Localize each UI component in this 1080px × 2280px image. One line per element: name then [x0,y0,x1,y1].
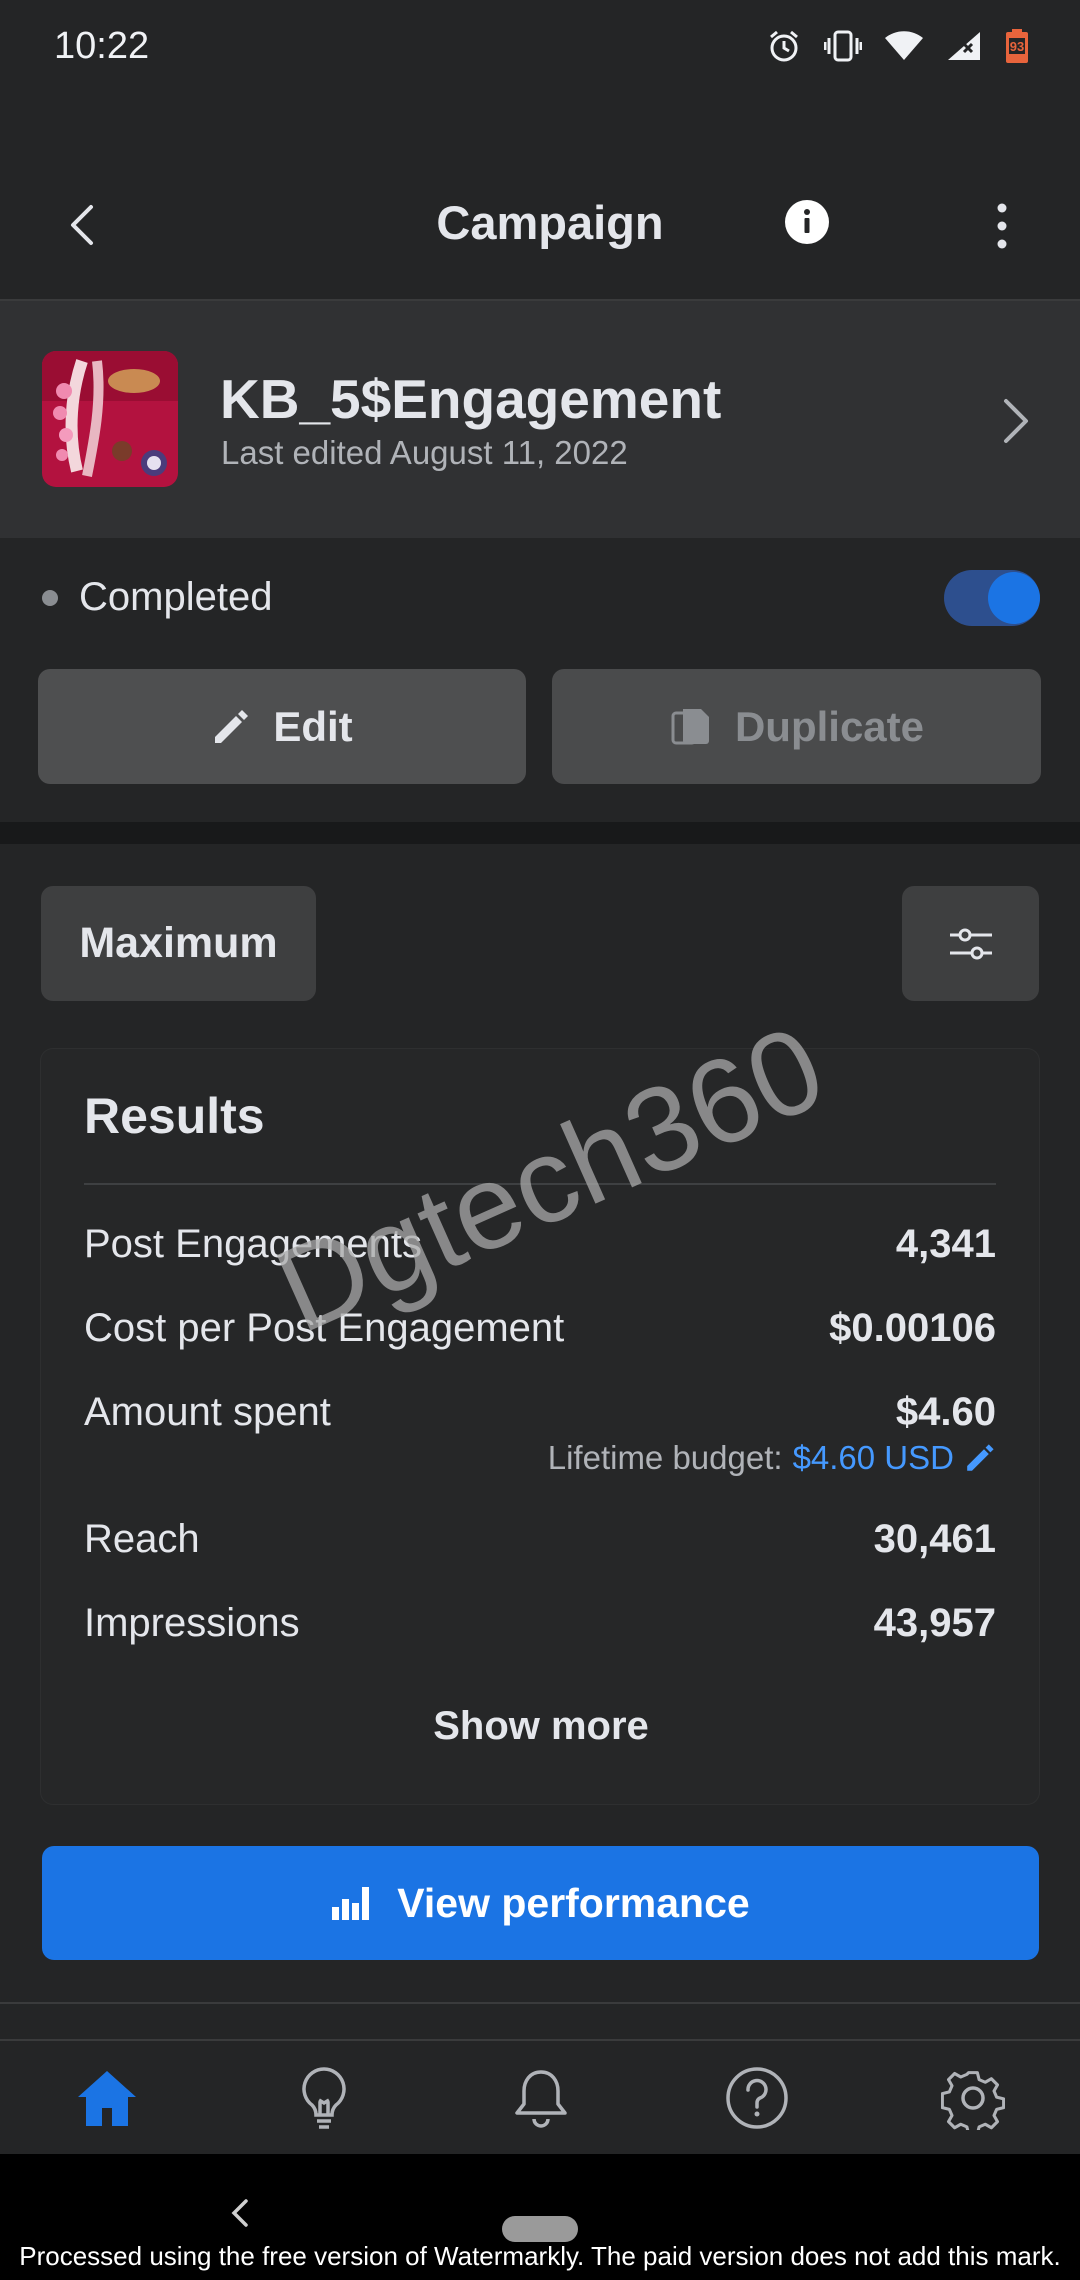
nav-notifications[interactable] [506,2063,576,2133]
metric-value: $0.00106 [829,1306,996,1350]
chevron-right-icon [996,393,1036,449]
budget-label: Lifetime budget: [547,1439,783,1476]
pencil-icon [215,709,249,743]
status-time: 10:22 [54,24,150,67]
metric-row-amount-spent: Amount spent $4.60 [84,1390,996,1435]
section-gap [0,822,1080,844]
battery-icon: 93 [1006,29,1028,63]
info-button[interactable] [784,199,830,245]
edit-label: Edit [273,702,353,750]
duplicate-label: Duplicate [734,702,925,750]
metric-row-post-engagements: Post Engagements 4,341 [84,1222,996,1267]
campaign-toggle[interactable] [944,570,1040,626]
metric-value: 43,957 [873,1601,996,1645]
nav-help[interactable] [722,2063,792,2133]
metric-label: Impressions [84,1601,300,1645]
vibrate-icon [824,30,862,62]
more-options-button[interactable] [980,199,1024,253]
signal-icon [948,32,980,60]
status-icons: 93 [766,28,1030,64]
nav-home[interactable] [72,2063,142,2133]
system-back-button[interactable] [228,2198,254,2228]
screen: 10:22 93 Campaign KB_5$Engagement Last e… [0,0,1080,2280]
alarm-icon [770,30,798,62]
bottom-nav [0,2039,1080,2154]
bar-chart-icon [332,1887,370,1920]
status-dot [42,590,58,606]
campaign-name: KB_5$Engagement [220,368,722,430]
status-label: Completed [79,575,273,619]
metric-label: Amount spent [84,1390,331,1434]
metric-label: Post Engagements [84,1222,422,1266]
budget-value[interactable]: $4.60 USD [793,1439,954,1477]
metric-value: $4.60 [895,1390,996,1434]
results-divider [84,1183,996,1185]
metric-row-impressions: Impressions 43,957 [84,1601,996,1646]
more-vertical-icon [997,203,1007,249]
sliders-icon [949,928,992,959]
date-range-button[interactable]: Maximum [41,886,316,1001]
metric-label: Reach [84,1517,200,1561]
edit-button[interactable]: Edit [38,669,526,784]
edit-budget-icon[interactable] [964,1442,996,1474]
chevron-left-icon [231,2199,248,2227]
wifi-icon [885,31,923,60]
campaign-card[interactable]: KB_5$Engagement Last edited August 11, 2… [0,301,1080,538]
app-header: Campaign [0,155,1080,295]
metric-row-reach: Reach 30,461 [84,1517,996,1562]
metric-value: 30,461 [873,1517,996,1561]
view-performance-button[interactable]: View performance [42,1846,1039,1960]
lifetime-budget[interactable]: Lifetime budget: $4.60 USD [548,1439,996,1477]
metric-value: 4,341 [895,1222,996,1266]
system-home-pill[interactable] [502,2216,578,2242]
status-section: Completed Edit Duplicate [0,538,1080,844]
section-divider [0,2002,1080,2004]
info-icon [785,200,829,244]
view-performance-label: View performance [397,1879,750,1926]
results-title: Results [84,1088,265,1144]
toggle-knob [988,572,1040,624]
nav-settings[interactable] [938,2063,1008,2133]
settings-icon [941,2071,1005,2130]
bell-icon [515,2070,567,2128]
home-icon [78,2071,136,2126]
page-title: Campaign [436,196,664,249]
filter-button[interactable] [902,886,1039,1001]
lightbulb-icon [302,2067,346,2129]
help-icon [726,2067,788,2129]
metric-label: Cost per Post Engagement [84,1306,565,1350]
metric-row-cost-per-engagement: Cost per Post Engagement $0.00106 [84,1306,996,1351]
svg-text:93: 93 [1010,39,1024,54]
main-section: Maximum Results Post Engagements 4,341 C… [0,844,1080,2039]
duplicate-button[interactable]: Duplicate [552,669,1041,784]
system-nav-bar: Processed using the free version of Wate… [0,2154,1080,2280]
status-bar: 10:22 93 [0,0,1080,92]
campaign-thumbnail [42,351,178,487]
results-card: Results Post Engagements 4,341 Cost per … [41,1049,1039,1804]
nav-insights[interactable] [289,2063,359,2133]
duplicate-icon [671,708,709,744]
show-more-button[interactable]: Show more [41,1704,1041,1749]
campaign-last-edited: Last edited August 11, 2022 [221,434,628,471]
watermark-footer-text: Processed using the free version of Wate… [19,2241,1061,2271]
